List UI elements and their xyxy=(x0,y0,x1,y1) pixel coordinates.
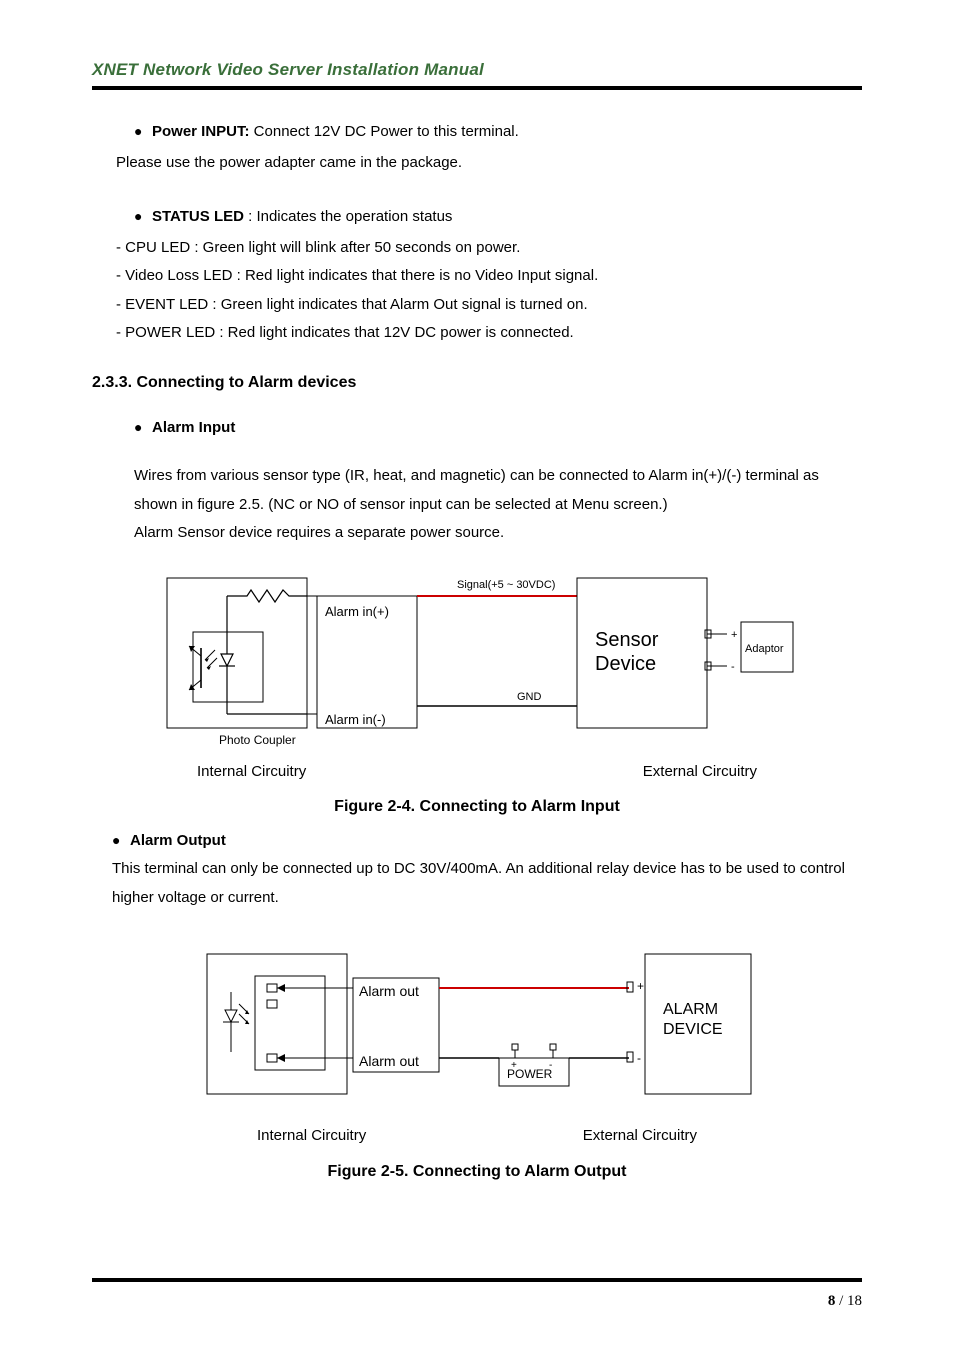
status-item: - POWER LED : Red light indicates that 1… xyxy=(116,319,862,348)
fig25-external-label: External Circuitry xyxy=(583,1122,697,1151)
figure-2-4: Photo Coupler Alarm in(+) Alarm in(-) Si… xyxy=(92,566,862,756)
bullet-status-led: ● STATUS LED : Indicates the operation s… xyxy=(134,203,862,232)
alarm-output-paragraph: This terminal can only be connected up t… xyxy=(112,855,862,912)
alarm-dev-minus: - xyxy=(637,1051,641,1065)
adaptor-minus: - xyxy=(731,661,735,673)
bullet-dot-icon: ● xyxy=(134,203,152,232)
figure-2-5: Alarm out Alarm out + POWER + - xyxy=(92,940,862,1120)
figure-2-5-caption: Figure 2-5. Connecting to Alarm Output xyxy=(92,1157,862,1187)
status-led-desc: : Indicates the operation status xyxy=(244,208,452,225)
adaptor-plus: + xyxy=(731,629,737,641)
page-header-title: XNET Network Video Server Installation M… xyxy=(92,60,862,80)
sensor-label-1: Sensor xyxy=(595,629,659,651)
bullet-dot-icon: ● xyxy=(112,827,130,856)
alarm-in-plus-label: Alarm in(+) xyxy=(325,604,389,619)
fig24-internal-label: Internal Circuitry xyxy=(197,758,306,787)
page-sep: / xyxy=(835,1293,847,1309)
alarm-input-label: Alarm Input xyxy=(152,419,235,436)
gnd-label: GND xyxy=(517,691,542,703)
alarm-device-label-2: DEVICE xyxy=(663,1021,723,1038)
adaptor-label: Adaptor xyxy=(745,643,784,655)
signal-label: Signal(+5 ~ 30VDC) xyxy=(457,579,555,591)
alarm-output-label: Alarm Output xyxy=(130,832,226,849)
power-input-note: Please use the power adapter came in the… xyxy=(116,149,862,178)
bullet-power-input: ● Power INPUT: Connect 12V DC Power to t… xyxy=(134,118,862,147)
fig25-internal-label: Internal Circuitry xyxy=(257,1122,366,1151)
alarm-input-paragraph2: Alarm Sensor device requires a separate … xyxy=(134,519,862,548)
figure-2-4-caption: Figure 2-4. Connecting to Alarm Input xyxy=(92,792,862,822)
alarm-input-paragraph: Wires from various sensor type (IR, heat… xyxy=(134,462,862,519)
page-total: 18 xyxy=(847,1293,862,1309)
section-heading-233: 2.3.3. Connecting to Alarm devices xyxy=(92,368,862,398)
status-item: - Video Loss LED : Red light indicates t… xyxy=(116,262,862,291)
status-item: - EVENT LED : Green light indicates that… xyxy=(116,291,862,320)
photo-coupler-label: Photo Coupler xyxy=(219,733,296,747)
header-rule xyxy=(92,86,862,90)
bullet-dot-icon: ● xyxy=(134,118,152,147)
alarm-in-minus-label: Alarm in(-) xyxy=(325,712,386,727)
alarm-dev-plus: + xyxy=(637,979,644,993)
alarm-device-label-1: ALARM xyxy=(663,1001,718,1018)
footer-rule xyxy=(92,1278,862,1282)
alarm-out-label-bot: Alarm out xyxy=(359,1053,419,1069)
status-led-label: STATUS LED xyxy=(152,208,244,225)
power-plus: + xyxy=(511,1060,517,1071)
bullet-alarm-input: ● Alarm Input xyxy=(134,414,862,443)
page-number: 8 / 18 xyxy=(828,1293,862,1310)
alarm-out-label-top: Alarm out xyxy=(359,983,419,999)
sensor-label-2: Device xyxy=(595,653,656,675)
power-minus: - xyxy=(549,1060,552,1071)
power-input-label: Power INPUT: xyxy=(152,123,250,140)
bullet-alarm-output: ● Alarm Output xyxy=(112,827,862,856)
power-input-desc: Connect 12V DC Power to this terminal. xyxy=(250,123,519,140)
bullet-dot-icon: ● xyxy=(134,414,152,443)
status-item: - CPU LED : Green light will blink after… xyxy=(116,234,862,263)
fig24-external-label: External Circuitry xyxy=(643,758,757,787)
